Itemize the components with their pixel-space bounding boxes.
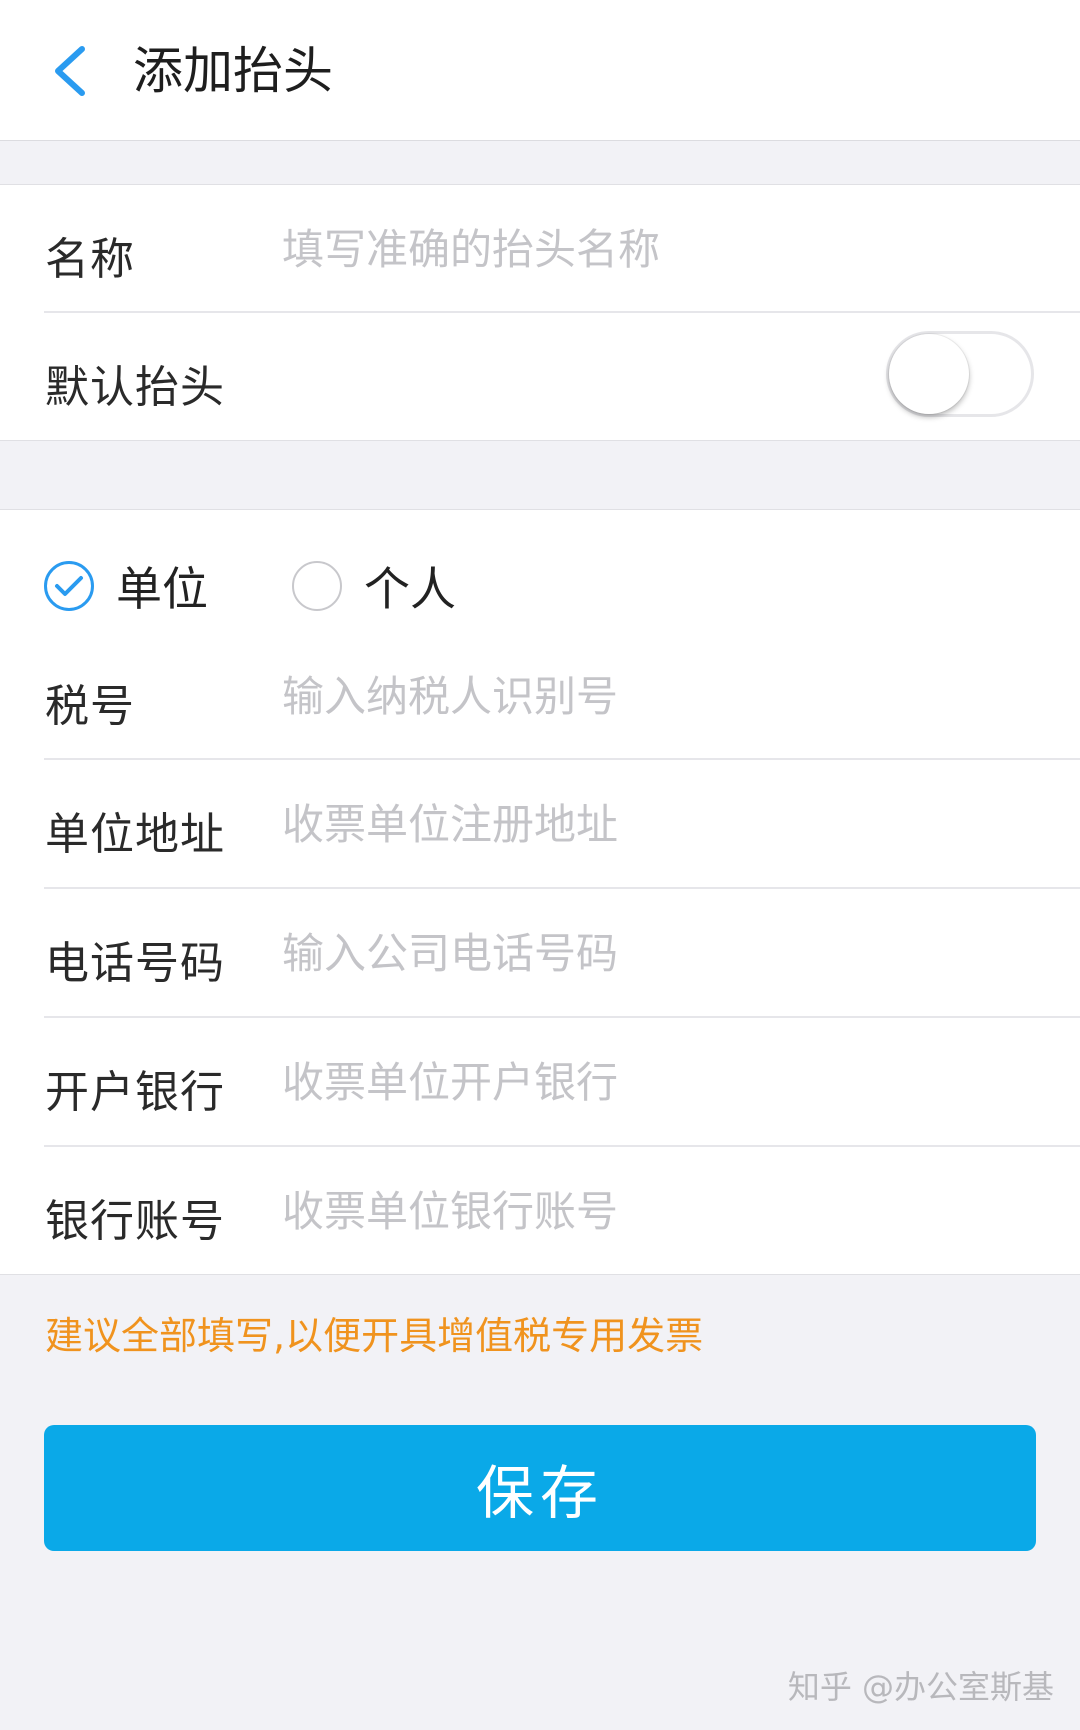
bank-input[interactable] (282, 1054, 1050, 1110)
invoice-details-section: 单位 个人 税号 单位地址 电话号码 开户银行 (0, 509, 1080, 1275)
phone-row: 电话号码 (0, 889, 1080, 1018)
address-row: 单位地址 (0, 760, 1080, 889)
checkmark-icon (55, 576, 83, 596)
bank-account-row: 银行账号 (0, 1147, 1080, 1275)
tax-id-input[interactable] (282, 668, 1050, 724)
address-input[interactable] (282, 796, 1050, 852)
name-label: 名称 (45, 234, 135, 285)
watermark: 知乎 @办公室斯基 (787, 1668, 1054, 1706)
name-row: 名称 (0, 185, 1080, 313)
top-bar: 添加抬头 (0, 0, 1080, 141)
title-type-radio-group: 单位 个人 (0, 510, 1080, 638)
basic-info-section: 名称 默认抬头 (0, 184, 1080, 441)
bank-label: 开户银行 (45, 1067, 225, 1118)
fill-all-tip: 建议全部填写,以便开具增值税专用发票 (45, 1314, 704, 1358)
bank-account-label: 银行账号 (45, 1196, 225, 1247)
radio-individual-label: 个人 (364, 562, 456, 616)
radio-individual[interactable]: 个人 (292, 546, 456, 626)
back-button[interactable] (40, 38, 100, 104)
page: 添加抬头 名称 默认抬头 单位 (0, 0, 1080, 1730)
chevron-left-icon (55, 46, 85, 96)
phone-label: 电话号码 (45, 938, 225, 989)
name-input[interactable] (282, 221, 1050, 277)
page-title: 添加抬头 (133, 42, 333, 100)
address-label: 单位地址 (45, 809, 225, 860)
radio-company-label: 单位 (116, 562, 208, 616)
radio-company[interactable]: 单位 (44, 546, 208, 626)
save-button[interactable]: 保存 (44, 1425, 1036, 1551)
tax-id-row: 税号 (0, 632, 1080, 760)
default-title-label: 默认抬头 (45, 362, 225, 413)
default-title-toggle[interactable] (886, 331, 1034, 417)
toggle-knob (889, 334, 969, 414)
radio-checked-icon (44, 561, 94, 611)
radio-unchecked-icon (292, 561, 342, 611)
bank-account-input[interactable] (282, 1183, 1050, 1239)
bank-row: 开户银行 (0, 1018, 1080, 1147)
phone-input[interactable] (282, 925, 1050, 981)
tax-id-label: 税号 (45, 681, 135, 732)
